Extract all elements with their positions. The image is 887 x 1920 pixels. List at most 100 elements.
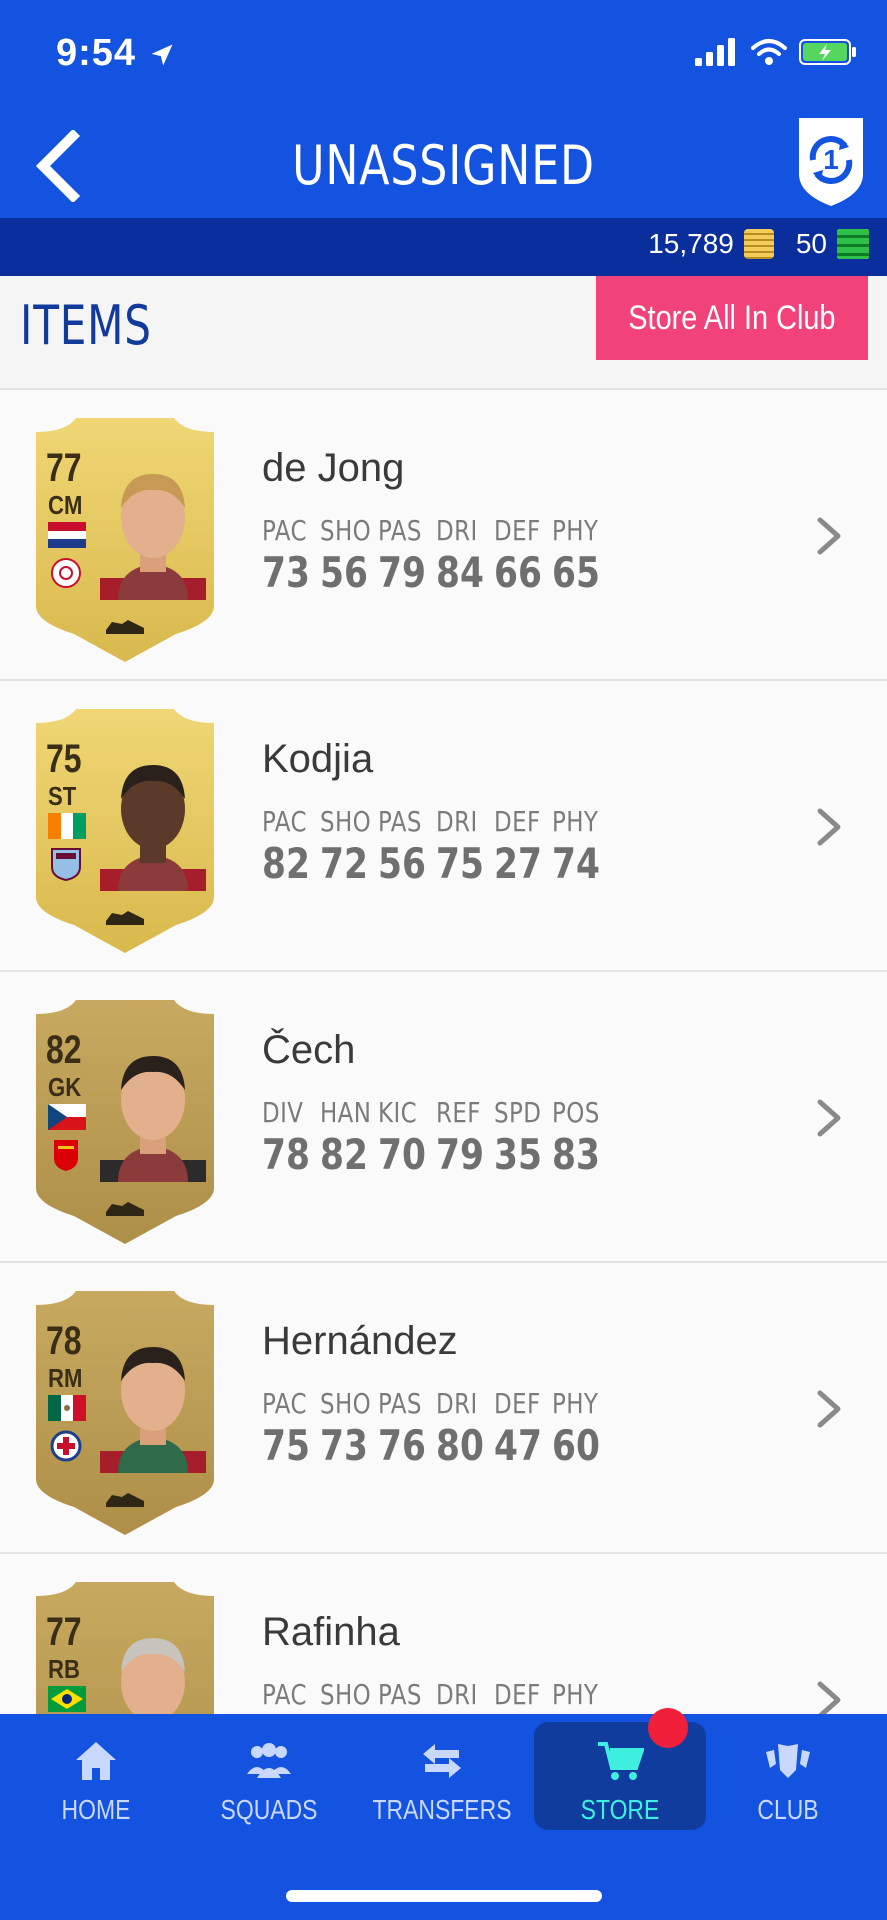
tab-home[interactable]: HOME	[10, 1722, 182, 1830]
stat-labels: PAC SHO PAS DRI DEF PHY	[262, 1387, 610, 1420]
player-name: Hernández	[262, 1319, 458, 1363]
signal-icon	[695, 38, 735, 66]
stat-labels: PAC SHO PAS DRI DEF PHY	[262, 1678, 610, 1711]
status-icons	[695, 38, 857, 66]
player-name: Čech	[262, 1028, 356, 1072]
card-rating: 77	[46, 446, 82, 490]
player-card[interactable]: 78 RM	[26, 1287, 224, 1537]
coins-value: 15,789	[648, 228, 734, 259]
stat-value: 27	[494, 839, 542, 888]
stat-value: 72	[320, 839, 368, 888]
player-row[interactable]: 77 CM de Jong PAC SHO PAS DRI DEF PHY 73 56 79 8…	[0, 390, 887, 681]
stat-label: SPD	[494, 1096, 542, 1129]
battery-charging-icon	[799, 39, 856, 65]
shield-badge-count: 1	[823, 144, 839, 175]
card-position: CM	[48, 490, 83, 520]
stat-label: SHO	[320, 514, 372, 547]
tab-bar: HOME SQUADS TRANSFERS STORE CLUB	[0, 1708, 887, 1920]
stat-label: SHO	[320, 1678, 372, 1711]
status-bar: 9:54	[0, 0, 887, 110]
wifi-icon	[751, 39, 787, 65]
cruz-azul-crest-icon	[50, 1430, 82, 1462]
stat-label: DEF	[494, 514, 541, 547]
player-row[interactable]: 82 GK Čech DIV HAN KIC REF SPD POS 78 82 70 79 35…	[0, 972, 887, 1263]
player-row[interactable]: 78 RM Hernández PAC SHO PAS DRI DEF PHY 75 73 7…	[0, 1263, 887, 1554]
stat-label: PHY	[552, 1678, 599, 1711]
tab-club[interactable]: CLUB	[702, 1722, 874, 1830]
nav-header: UNASSIGNED 1	[0, 110, 887, 218]
stat-label: PAS	[378, 1387, 422, 1420]
stat-labels: PAC SHO PAS DRI DEF PHY	[262, 805, 610, 838]
brazil-flag-icon	[48, 1686, 86, 1712]
stat-label: PHY	[552, 1387, 599, 1420]
player-name: de Jong	[262, 446, 405, 490]
stat-label: DEF	[494, 1387, 541, 1420]
stat-value: 73	[262, 548, 310, 597]
player-name: Rafinha	[262, 1610, 400, 1654]
card-position: ST	[48, 781, 77, 811]
chevron-right-icon[interactable]	[814, 514, 844, 558]
player-card[interactable]: 75 ST	[26, 705, 224, 955]
store-notification-badge	[648, 1708, 688, 1748]
stat-value: 79	[378, 548, 426, 597]
stat-labels: DIV HAN KIC REF SPD POS	[262, 1096, 610, 1129]
points-icon	[837, 229, 869, 259]
stat-values: 73 56 79 84 66 65	[262, 548, 610, 597]
stat-value: 80	[436, 1421, 484, 1470]
card-rating: 75	[46, 737, 82, 781]
stat-label: PAS	[378, 805, 422, 838]
stat-label: PAC	[262, 1678, 307, 1711]
stat-label: REF	[436, 1096, 481, 1129]
card-position: RM	[48, 1363, 83, 1393]
stat-value: 74	[552, 839, 600, 888]
stat-label: DRI	[436, 514, 478, 547]
chevron-right-icon[interactable]	[814, 1387, 844, 1431]
player-row[interactable]: 75 ST Kodjia PAC SHO PAS DRI DEF PHY 82 72 56 75…	[0, 681, 887, 972]
stat-label: PAC	[262, 514, 307, 547]
stat-label: PAC	[262, 1387, 307, 1420]
stat-value: 66	[494, 548, 542, 597]
coins-icon	[743, 229, 774, 259]
player-portrait	[100, 1347, 206, 1473]
currency-display: 15,789 50	[648, 228, 869, 260]
player-card[interactable]: 82 GK	[26, 996, 224, 1246]
tab-transfers[interactable]: TRANSFERS	[356, 1722, 528, 1830]
tab-squads[interactable]: SQUADS	[183, 1722, 355, 1830]
stat-value: 65	[552, 548, 600, 597]
player-portrait	[100, 765, 206, 891]
stat-label: PHY	[552, 805, 599, 838]
stat-label: DIV	[262, 1096, 304, 1129]
player-card[interactable]: 77 CM	[26, 414, 224, 664]
stat-label: DRI	[436, 805, 478, 838]
items-title: ITEMS	[20, 294, 152, 357]
stat-label: SHO	[320, 805, 372, 838]
home-icon	[10, 1740, 182, 1782]
unassigned-refresh-button[interactable]: 1	[793, 114, 869, 208]
stat-label: KIC	[378, 1096, 418, 1129]
netherlands-flag-icon	[48, 522, 86, 548]
stat-value: 70	[378, 1130, 426, 1179]
stat-label: DRI	[436, 1678, 478, 1711]
page-title: UNASSIGNED	[292, 134, 595, 197]
currency-bar: 15,789 50	[0, 218, 887, 276]
club-icon	[702, 1740, 874, 1782]
player-list: 77 CM de Jong PAC SHO PAS DRI DEF PHY 73 56 79 8…	[0, 390, 887, 1845]
home-indicator[interactable]	[286, 1890, 602, 1902]
points-value: 50	[795, 228, 827, 259]
boot-icon	[106, 1202, 144, 1216]
stat-value: 75	[436, 839, 484, 888]
stat-label: PAC	[262, 805, 307, 838]
stat-value: 35	[494, 1130, 542, 1179]
store-all-in-club-button[interactable]: Store All In Club	[596, 276, 868, 360]
player-name: Kodjia	[262, 737, 374, 781]
stat-value: 78	[262, 1130, 310, 1179]
chevron-right-icon[interactable]	[814, 1096, 844, 1140]
stat-value: 84	[436, 548, 484, 597]
card-position: GK	[48, 1072, 82, 1102]
stat-label: HAN	[320, 1096, 372, 1129]
stat-value: 76	[378, 1421, 426, 1470]
card-position: RB	[48, 1654, 80, 1684]
stat-label: POS	[552, 1096, 600, 1129]
chevron-right-icon[interactable]	[814, 805, 844, 849]
stat-values: 82 72 56 75 27 74	[262, 839, 610, 888]
